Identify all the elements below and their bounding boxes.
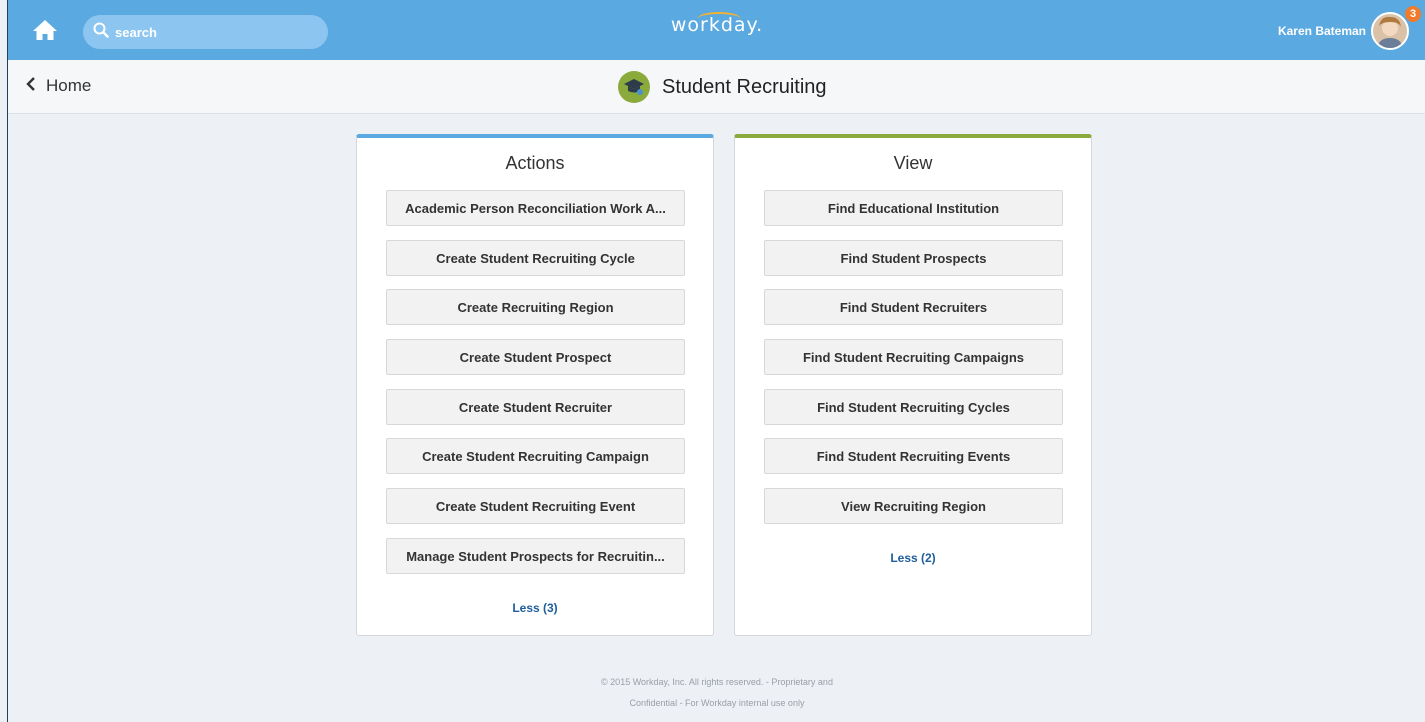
chevron-left-icon <box>26 76 36 96</box>
view-button[interactable]: Find Student Recruiters <box>764 289 1063 325</box>
footer-line-2: Confidential - For Workday internal use … <box>629 698 805 708</box>
view-button[interactable]: Find Student Recruiting Campaigns <box>764 339 1063 375</box>
top-bar: workday. Karen Bateman 3 <box>8 0 1425 60</box>
user-avatar[interactable] <box>1371 12 1409 50</box>
page-header: Home Student Recruiting <box>8 60 1425 114</box>
page-title: Student Recruiting <box>662 75 827 98</box>
user-name[interactable]: Karen Bateman <box>1278 24 1366 38</box>
action-button[interactable]: Create Student Recruiting Event <box>386 488 685 524</box>
view-button[interactable]: Find Educational Institution <box>764 190 1063 226</box>
view-button[interactable]: View Recruiting Region <box>764 488 1063 524</box>
view-card: View Find Educational Institution Find S… <box>734 134 1092 636</box>
graduation-cap-icon <box>618 71 650 103</box>
back-home-link[interactable]: Home <box>26 76 91 96</box>
action-button[interactable]: Create Student Recruiting Campaign <box>386 438 685 474</box>
actions-card: Actions Academic Person Reconciliation W… <box>356 134 714 636</box>
action-button[interactable]: Create Student Recruiter <box>386 389 685 425</box>
view-button[interactable]: Find Student Prospects <box>764 240 1063 276</box>
action-button[interactable]: Create Recruiting Region <box>386 289 685 325</box>
footer-line-1: © 2015 Workday, Inc. All rights reserved… <box>601 677 833 687</box>
page-title-group: Student Recruiting <box>618 71 827 103</box>
action-button[interactable]: Academic Person Reconciliation Work A... <box>386 190 685 226</box>
app-frame: workday. Karen Bateman 3 Home <box>7 0 1425 722</box>
action-button[interactable]: Create Student Recruiting Cycle <box>386 240 685 276</box>
action-button[interactable]: Create Student Prospect <box>386 339 685 375</box>
actions-less-link[interactable]: Less (3) <box>357 601 713 615</box>
notification-badge[interactable]: 3 <box>1405 6 1421 22</box>
view-button[interactable]: Find Student Recruiting Cycles <box>764 389 1063 425</box>
view-less-link[interactable]: Less (2) <box>735 551 1091 565</box>
workday-logo: workday. <box>670 14 764 36</box>
action-button[interactable]: Manage Student Prospects for Recruitin..… <box>386 538 685 574</box>
back-label: Home <box>46 76 92 95</box>
actions-title: Actions <box>505 153 565 173</box>
view-button[interactable]: Find Student Recruiting Events <box>764 438 1063 474</box>
view-title: View <box>893 153 933 173</box>
